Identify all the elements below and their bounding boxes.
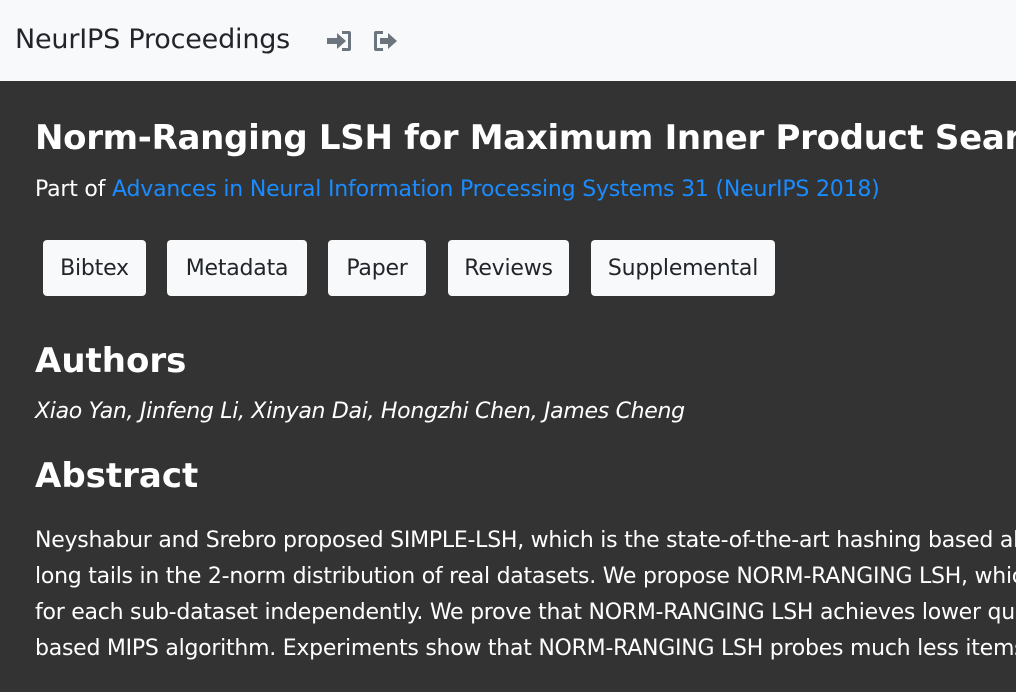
abstract-line: for each sub-dataset independently. We p… — [35, 600, 1016, 625]
authors-heading: Authors — [35, 341, 187, 381]
abstract-line: based MIPS algorithm. Experiments show t… — [35, 636, 1016, 661]
login-icon[interactable] — [325, 28, 353, 54]
navbar: NeurIPS Proceedings — [0, 0, 1016, 81]
authors-list: Xiao Yan, Jinfeng Li, Xinyan Dai, Hongzh… — [35, 399, 685, 424]
paper-title: Norm-Ranging LSH for Maximum Inner Produ… — [35, 118, 1016, 158]
brand-link[interactable]: NeurIPS Proceedings — [15, 24, 290, 55]
proceedings-link[interactable]: Advances in Neural Information Processin… — [112, 177, 880, 202]
paper-page: Norm-Ranging LSH for Maximum Inner Produ… — [0, 81, 1016, 692]
part-of-prefix: Part of — [35, 177, 106, 202]
reviews-button[interactable]: Reviews — [448, 240, 569, 296]
abstract-heading: Abstract — [35, 456, 199, 496]
bibtex-button[interactable]: Bibtex — [43, 240, 146, 296]
part-of-line: Part of Advances in Neural Information P… — [35, 177, 880, 202]
abstract-line: long tails in the 2-norm distribution of… — [35, 564, 1016, 589]
supplemental-button[interactable]: Supplemental — [591, 240, 775, 296]
paper-button[interactable]: Paper — [328, 240, 426, 296]
logout-icon[interactable] — [372, 28, 400, 54]
metadata-button[interactable]: Metadata — [167, 240, 307, 296]
abstract-line: Neyshabur and Srebro proposed SIMPLE-LSH… — [35, 528, 1016, 553]
